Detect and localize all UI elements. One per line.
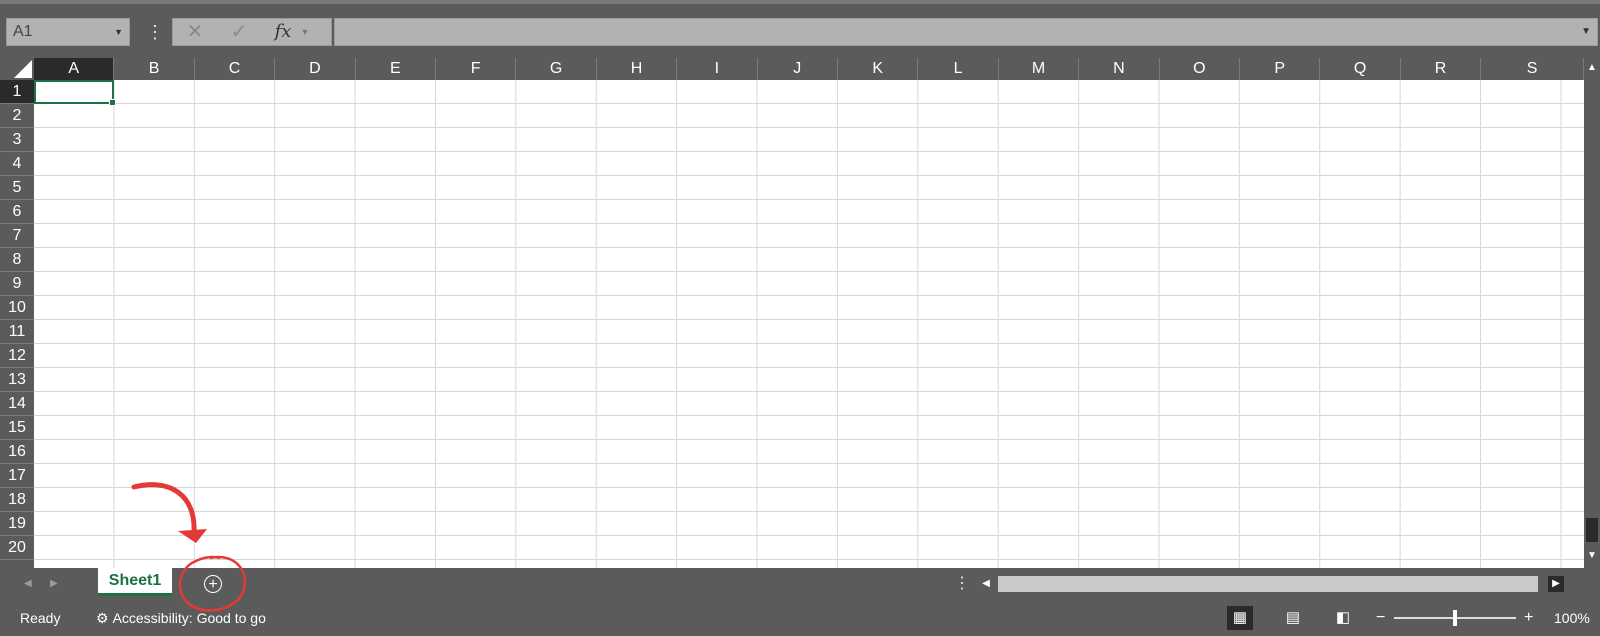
enter-icon[interactable]: ✓: [225, 19, 253, 45]
vertical-scroll-thumb[interactable]: [1586, 518, 1598, 542]
row-header-9[interactable]: 9: [0, 272, 34, 296]
accessibility-status[interactable]: ⚙ Accessibility: Good to go: [96, 600, 266, 636]
scroll-down-icon[interactable]: ▼: [1584, 548, 1600, 564]
sheet-tab-sheet1[interactable]: Sheet1: [98, 568, 172, 596]
scroll-left-icon[interactable]: ◀: [978, 576, 994, 592]
column-header-s[interactable]: S: [1481, 58, 1584, 80]
row-header-16[interactable]: 16: [0, 440, 34, 464]
formula-buttons: ✕ ✓ fx ▼: [172, 18, 332, 46]
vertical-scrollbar[interactable]: ▲ ▼: [1584, 58, 1600, 568]
row-header-4[interactable]: 4: [0, 152, 34, 176]
formula-bar: A1 ▼ ⋮ ✕ ✓ fx ▼ ▼: [0, 4, 1600, 58]
column-header-q[interactable]: Q: [1320, 58, 1401, 80]
row-header-3[interactable]: 3: [0, 128, 34, 152]
column-header-f[interactable]: F: [436, 58, 517, 80]
next-sheet-icon[interactable]: ▶: [50, 568, 58, 600]
scroll-right-icon[interactable]: ▶: [1548, 576, 1564, 592]
zoom-slider-thumb[interactable]: [1453, 610, 1457, 626]
row-header-13[interactable]: 13: [0, 368, 34, 392]
column-header-l[interactable]: L: [918, 58, 999, 80]
zoom-in-button[interactable]: +: [1524, 600, 1533, 636]
expand-formula-bar-icon[interactable]: ▼: [1581, 19, 1591, 45]
select-all-button[interactable]: [0, 58, 34, 80]
zoom-out-button[interactable]: −: [1376, 600, 1385, 636]
row-header-14[interactable]: 14: [0, 392, 34, 416]
name-box-dropdown-icon[interactable]: ▼: [114, 19, 123, 45]
row-header-10[interactable]: 10: [0, 296, 34, 320]
row-header-17[interactable]: 17: [0, 464, 34, 488]
horizontal-scrollbar[interactable]: ◀ ▶: [978, 576, 1586, 592]
active-cell-a1[interactable]: [34, 80, 116, 106]
worksheet-grid: ABCDEFGHIJKLMNOPQRS 1 2 3 4 5 6 7 8 9 10 11 12 13 14 1…: [0, 58, 1600, 568]
name-box[interactable]: A1 ▼: [6, 18, 130, 46]
accessibility-label: Accessibility: Good to go: [112, 610, 266, 626]
column-header-k[interactable]: K: [838, 58, 919, 80]
status-ready: Ready: [20, 610, 61, 626]
formula-input[interactable]: ▼: [334, 18, 1598, 46]
name-box-value: A1: [13, 23, 33, 40]
accessibility-icon: ⚙: [96, 610, 109, 626]
row-header-2[interactable]: 2: [0, 104, 34, 128]
status-bar: Ready ⚙ Accessibility: Good to go ▦ ▤ ◧ −…: [0, 600, 1600, 636]
row-header-5[interactable]: 5: [0, 176, 34, 200]
insert-function-button[interactable]: fx: [269, 19, 297, 45]
horizontal-scroll-thumb[interactable]: [998, 576, 1538, 592]
cell-grid[interactable]: [34, 80, 1584, 568]
sheet-tab-bar: ◀ ▶ Sheet1 + ⋮ ◀ ▶: [0, 568, 1600, 600]
column-header-m[interactable]: M: [998, 58, 1080, 80]
column-header-d[interactable]: D: [275, 58, 356, 80]
column-header-h[interactable]: H: [596, 58, 678, 80]
zoom-level[interactable]: 100%: [1554, 600, 1590, 636]
row-header-19[interactable]: 19: [0, 512, 34, 536]
row-header-11[interactable]: 11: [0, 320, 34, 344]
column-header-n[interactable]: N: [1079, 58, 1160, 80]
column-header-b[interactable]: B: [114, 58, 195, 80]
formula-bar-options-icon[interactable]: ⋮: [146, 18, 164, 46]
scroll-up-icon[interactable]: ▲: [1584, 60, 1600, 76]
normal-view-button[interactable]: ▦: [1227, 606, 1253, 630]
row-header-15[interactable]: 15: [0, 416, 34, 440]
column-header-e[interactable]: E: [355, 58, 436, 80]
column-header-r[interactable]: R: [1400, 58, 1482, 80]
row-header-6[interactable]: 6: [0, 200, 34, 224]
fill-handle[interactable]: [109, 99, 116, 106]
column-header-g[interactable]: G: [516, 58, 597, 80]
fx-dropdown-icon[interactable]: ▼: [297, 19, 313, 45]
row-header-1[interactable]: 1: [0, 80, 34, 104]
column-header-p[interactable]: P: [1240, 58, 1321, 80]
page-break-view-button[interactable]: ◧: [1330, 606, 1356, 630]
row-header-20[interactable]: 20: [0, 536, 34, 560]
page-layout-view-button[interactable]: ▤: [1280, 606, 1306, 630]
column-header-a[interactable]: A: [34, 58, 115, 80]
add-sheet-icon[interactable]: +: [204, 575, 222, 593]
column-header-j[interactable]: J: [757, 58, 838, 80]
column-header-i[interactable]: I: [677, 58, 758, 80]
cancel-icon[interactable]: ✕: [181, 19, 209, 45]
row-header-8[interactable]: 8: [0, 248, 34, 272]
prev-sheet-icon[interactable]: ◀: [24, 568, 32, 600]
tab-bar-options-icon[interactable]: ⋮: [954, 568, 970, 600]
row-header-12[interactable]: 12: [0, 344, 34, 368]
column-header-c[interactable]: C: [194, 58, 276, 80]
row-header-7[interactable]: 7: [0, 224, 34, 248]
row-header-18[interactable]: 18: [0, 488, 34, 512]
column-header-o[interactable]: O: [1159, 58, 1240, 80]
